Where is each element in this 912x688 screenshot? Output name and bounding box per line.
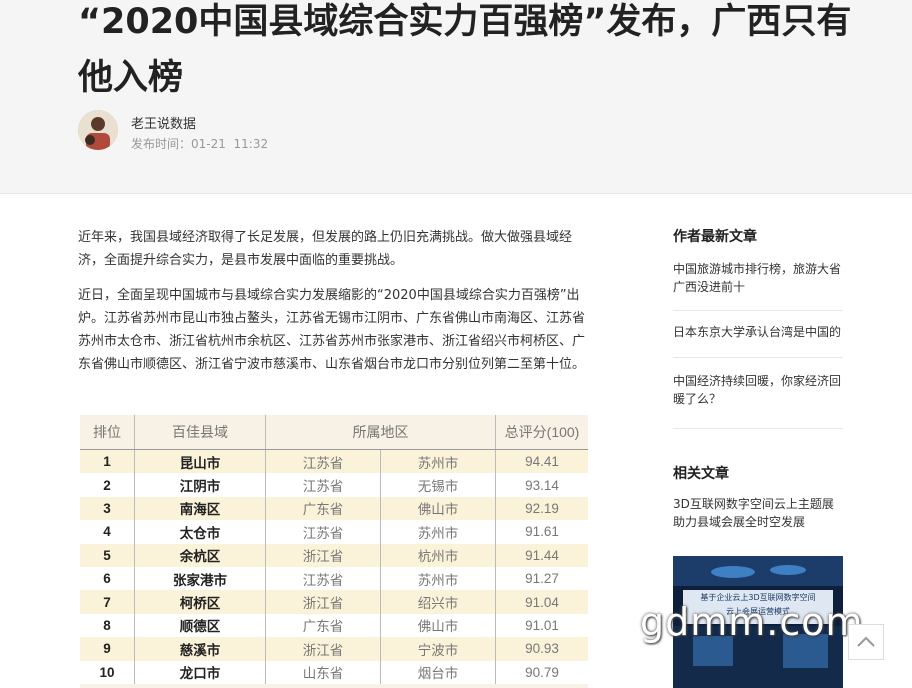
rank-cell: 8 xyxy=(80,613,135,638)
score-cell: 91.61 xyxy=(495,520,588,544)
province-cell: 浙江省 xyxy=(265,543,381,567)
table-row: 8 顺德区 广东省 佛山市 91.01 xyxy=(80,613,588,638)
related-article-link[interactable]: 3D互联网数字空间云上主题展助力县域会展全时空发展 xyxy=(673,495,843,531)
county-name-cell: 南海区 xyxy=(134,496,266,521)
rank-cell: 5 xyxy=(80,543,135,567)
rank-cell: 4 xyxy=(80,520,135,544)
province-cell: 江苏省 xyxy=(265,520,381,544)
county-name-cell: 张家港市 xyxy=(134,566,266,591)
table-row: 4 太仓市 江苏省 苏州市 91.61 xyxy=(80,520,588,544)
page-title: “2020中国县域综合实力百强榜”发布，广西只有他入榜 xyxy=(78,2,852,98)
score-cell: 94.41 xyxy=(495,449,588,474)
divider xyxy=(673,428,843,429)
score-cell: 93.14 xyxy=(495,473,588,497)
rank-cell: 3 xyxy=(80,496,135,521)
site-watermark: gdmm.com xyxy=(640,600,864,644)
table-row: 2 江阴市 江苏省 无锡市 93.14 xyxy=(80,473,588,497)
city-cell: 佛山市 xyxy=(380,496,496,521)
header-region: 所属地区 xyxy=(265,415,496,450)
province-cell: 江苏省 xyxy=(265,566,381,591)
table-row: 3 南海区 广东省 佛山市 92.19 xyxy=(80,496,588,521)
table-row: 9 慈溪市 浙江省 宁波市 90.93 xyxy=(80,637,588,661)
table-row: 10 龙口市 山东省 烟台市 90.79 xyxy=(80,660,588,684)
publish-label: 发布时间： xyxy=(131,137,192,151)
ranking-table: 排位 百佳县域 所属地区 总评分(100) 1 昆山市 江苏省 苏州市 94.41 2 江阴… xyxy=(80,415,588,684)
latest-articles-heading: 作者最新文章 xyxy=(673,229,757,245)
table-row: 6 张家港市 江苏省 苏州市 91.27 xyxy=(80,566,588,591)
county-name-cell: 柯桥区 xyxy=(134,590,266,614)
divider xyxy=(673,357,843,358)
city-cell: 宁波市 xyxy=(380,637,496,661)
province-cell: 浙江省 xyxy=(265,590,381,614)
back-to-top-button[interactable] xyxy=(848,624,884,660)
county-name-cell: 龙口市 xyxy=(134,660,266,684)
ranking-table-image: 排位 百佳县域 所属地区 总评分(100) 1 昆山市 江苏省 苏州市 94.41 2 江阴… xyxy=(80,415,588,688)
province-cell: 山东省 xyxy=(265,660,381,684)
header-county: 百佳县域 xyxy=(134,415,266,450)
header-score: 总评分(100) xyxy=(495,415,588,450)
sidebar: 作者最新文章 中国旅游城市排行榜，旅游大省广西没进前十 日本东京大学承认台湾是中… xyxy=(673,226,843,531)
county-name-cell: 余杭区 xyxy=(134,543,266,567)
province-cell: 广东省 xyxy=(265,496,381,521)
score-cell: 90.93 xyxy=(495,637,588,661)
related-articles-heading: 相关文章 xyxy=(673,466,729,482)
avatar-image-icon xyxy=(78,110,118,150)
rank-cell: 10 xyxy=(80,660,135,684)
province-cell: 浙江省 xyxy=(265,637,381,661)
table-row: 1 昆山市 江苏省 苏州市 94.41 xyxy=(80,449,588,474)
table-header-row: 排位 百佳县域 所属地区 总评分(100) xyxy=(80,415,588,450)
rank-cell: 6 xyxy=(80,566,135,591)
header-rank: 排位 xyxy=(80,415,135,450)
county-name-cell: 江阴市 xyxy=(134,473,266,497)
score-cell: 90.79 xyxy=(495,660,588,684)
city-cell: 杭州市 xyxy=(380,543,496,567)
city-cell: 佛山市 xyxy=(380,613,496,638)
score-cell: 91.27 xyxy=(495,566,588,591)
avatar[interactable] xyxy=(78,110,118,150)
latest-article-link[interactable]: 日本东京大学承认台湾是中国的 xyxy=(673,323,843,341)
city-cell: 烟台市 xyxy=(380,660,496,684)
chevron-up-icon xyxy=(857,636,875,647)
author-name[interactable]: 老王说数据 xyxy=(131,113,196,132)
publish-time: 发布时间：01-21 11:32 xyxy=(131,135,268,152)
score-cell: 92.19 xyxy=(495,496,588,521)
latest-article-link[interactable]: 中国旅游城市排行榜，旅游大省广西没进前十 xyxy=(673,260,843,296)
article-paragraph: 近年来，我国县域经济取得了长足发展，但发展的路上仍旧充满挑战。做大做强县域经济，… xyxy=(78,230,573,268)
county-name-cell: 太仓市 xyxy=(134,520,266,544)
city-cell: 无锡市 xyxy=(380,473,496,497)
rank-cell: 9 xyxy=(80,637,135,661)
article-paragraph: 近日，全面呈现中国城市与县域综合实力发展缩影的“2020中国县域综合实力百强榜”… xyxy=(78,288,586,372)
score-cell: 91.44 xyxy=(495,543,588,567)
latest-article-link[interactable]: 中国经济持续回暖，你家经济回暖了么？ xyxy=(673,372,843,408)
province-cell: 广东省 xyxy=(265,613,381,638)
county-name-cell: 慈溪市 xyxy=(134,637,266,661)
city-cell: 苏州市 xyxy=(380,566,496,591)
city-cell: 苏州市 xyxy=(380,520,496,544)
rank-cell: 7 xyxy=(80,590,135,614)
province-cell: 江苏省 xyxy=(265,473,381,497)
article-body: 近年来，我国县域经济取得了长足发展，但发展的路上仍旧充满挑战。做大做强县域经济，… xyxy=(78,226,590,388)
rank-cell: 2 xyxy=(80,473,135,497)
city-cell: 苏州市 xyxy=(380,449,496,474)
county-name-cell: 昆山市 xyxy=(134,449,266,474)
province-cell: 江苏省 xyxy=(265,449,381,474)
table-row: 7 柯桥区 浙江省 绍兴市 91.04 xyxy=(80,590,588,614)
table-row: 5 余杭区 浙江省 杭州市 91.44 xyxy=(80,543,588,567)
score-cell: 91.01 xyxy=(495,613,588,638)
publish-date: 01-21 xyxy=(191,137,226,151)
publish-clock: 11:32 xyxy=(233,137,269,151)
article-header: “2020中国县域综合实力百强榜”发布，广西只有他入榜 老王说数据 发布时间：0… xyxy=(0,0,912,194)
rank-cell: 1 xyxy=(80,449,135,474)
city-cell: 绍兴市 xyxy=(380,590,496,614)
score-cell: 91.04 xyxy=(495,590,588,614)
divider xyxy=(673,310,843,311)
county-name-cell: 顺德区 xyxy=(134,613,266,638)
